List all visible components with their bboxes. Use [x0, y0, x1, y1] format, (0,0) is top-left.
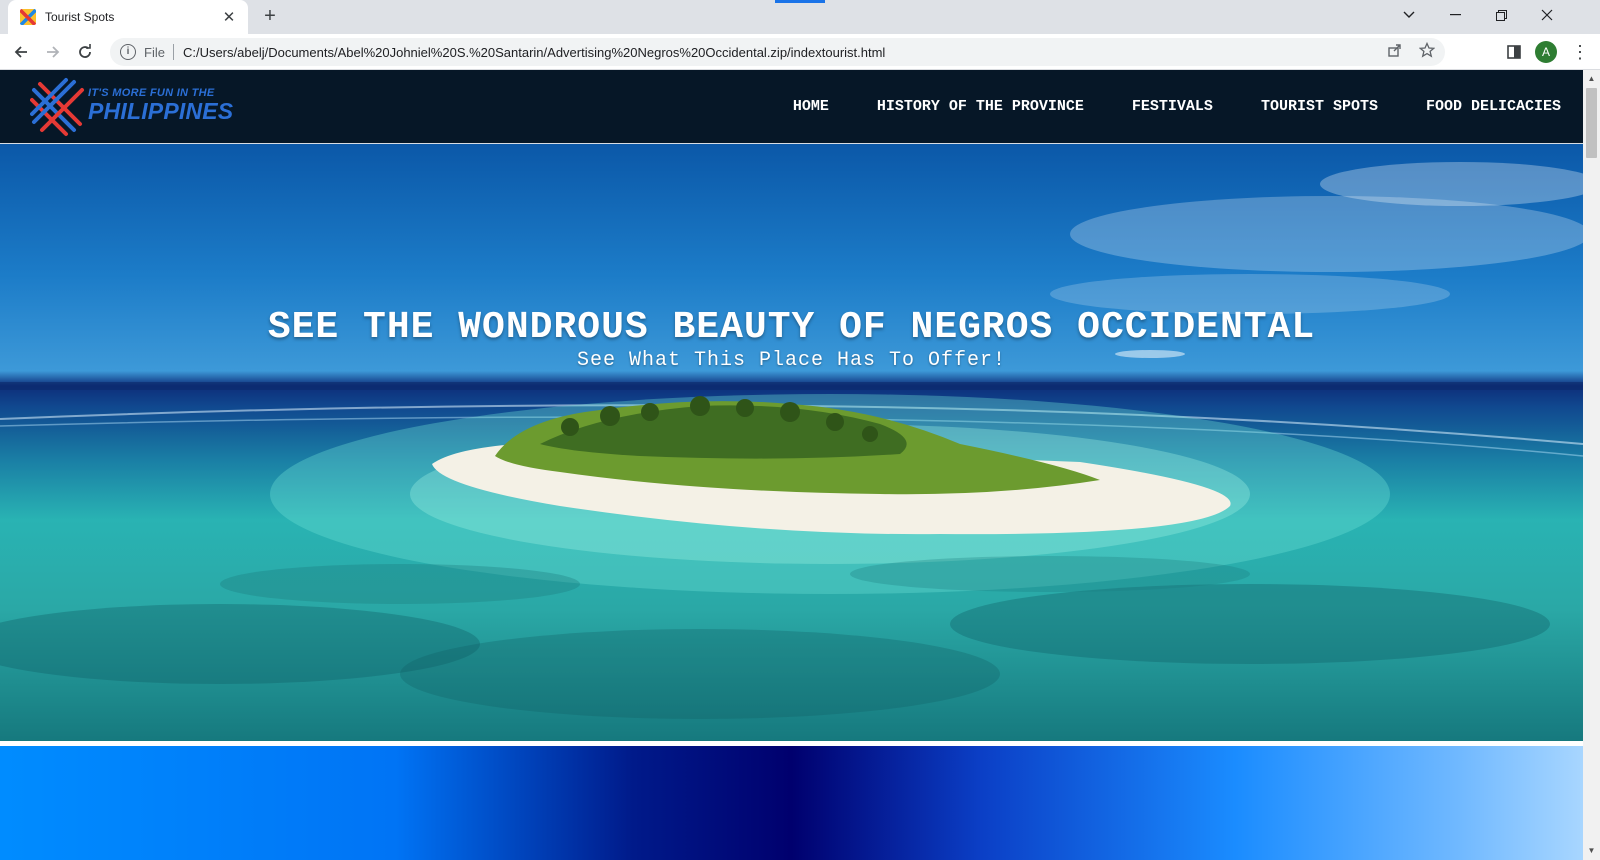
share-icon[interactable]: [1387, 42, 1403, 62]
tab-strip: Tourist Spots ✕ +: [0, 0, 1600, 34]
tab-search-icon[interactable]: [1386, 0, 1432, 30]
hero-island-image: [0, 162, 1583, 719]
hero-banner: SEE THE WONDROUS BEAUTY OF NEGROS OCCIDE…: [0, 144, 1583, 741]
window-close-icon[interactable]: [1524, 0, 1570, 30]
browser-toolbar: i File C:/Users/abelj/Documents/Abel%20J…: [0, 34, 1600, 70]
nav-tourist-spots[interactable]: TOURIST SPOTS: [1261, 98, 1378, 115]
minimize-icon[interactable]: [1432, 0, 1478, 30]
favicon-icon: [20, 9, 36, 25]
gradient-band: [0, 746, 1583, 860]
menu-icon[interactable]: ⋮: [1570, 40, 1590, 64]
scroll-up-icon[interactable]: ▲: [1583, 72, 1600, 86]
new-tab-icon[interactable]: +: [258, 5, 282, 29]
tab-indicator: [775, 0, 825, 3]
forward-icon[interactable]: [39, 38, 67, 66]
address-bar[interactable]: i File C:/Users/abelj/Documents/Abel%20J…: [110, 38, 1445, 66]
hero-title: SEE THE WONDROUS BEAUTY OF NEGROS OCCIDE…: [267, 306, 1316, 349]
back-icon[interactable]: [7, 38, 35, 66]
nav-food-delicacies[interactable]: FOOD DELICACIES: [1426, 98, 1561, 115]
logo-name: PHILIPPINES: [88, 98, 234, 124]
site-nav: HOME HISTORY OF THE PROVINCE FESTIVALS T…: [745, 70, 1561, 142]
nav-history[interactable]: HISTORY OF THE PROVINCE: [877, 98, 1084, 115]
profile-avatar[interactable]: A: [1535, 41, 1557, 63]
url-text[interactable]: C:/Users/abelj/Documents/Abel%20Johniel%…: [183, 45, 1371, 60]
nav-festivals[interactable]: FESTIVALS: [1132, 98, 1213, 115]
separator: [172, 44, 174, 60]
hero-subtitle: See What This Place Has To Offer!: [576, 349, 1007, 372]
side-panel-icon[interactable]: [1502, 40, 1526, 64]
restore-icon[interactable]: [1478, 0, 1524, 30]
scroll-thumb[interactable]: [1586, 88, 1597, 158]
nav-home[interactable]: HOME: [793, 98, 829, 115]
scheme-label: File: [144, 44, 165, 60]
star-icon[interactable]: [1418, 41, 1436, 62]
info-icon[interactable]: i: [120, 44, 136, 60]
page-scrollbar[interactable]: ▲ ▼: [1583, 70, 1600, 860]
page-viewport: IT'S MORE FUN IN THE PHILIPPINES HOME HI…: [0, 70, 1583, 860]
site-logo[interactable]: IT'S MORE FUN IN THE PHILIPPINES: [30, 76, 245, 138]
reload-icon[interactable]: [71, 38, 99, 66]
scroll-down-icon[interactable]: ▼: [1583, 844, 1600, 858]
tab-title: Tourist Spots: [45, 10, 115, 24]
tab-close-icon[interactable]: ✕: [220, 8, 238, 26]
logo-weave-icon: [30, 78, 84, 136]
tab-tourist-spots[interactable]: Tourist Spots ✕: [8, 0, 248, 34]
site-header: IT'S MORE FUN IN THE PHILIPPINES HOME HI…: [0, 70, 1583, 144]
